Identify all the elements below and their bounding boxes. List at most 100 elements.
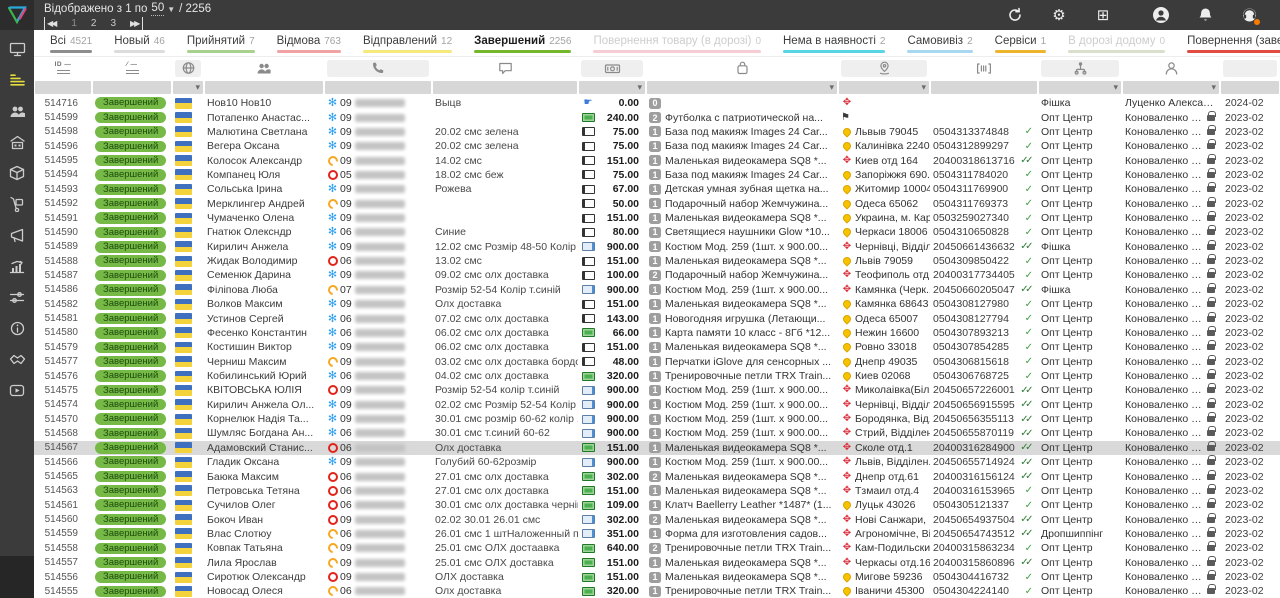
filter-comment-input[interactable] (433, 81, 577, 94)
status-tab[interactable]: Прийнятий 7 (187, 35, 255, 56)
column-header-country[interactable] (172, 58, 204, 78)
order-row[interactable]: 514586 Завершений Філіпова Люба 07 Розмі… (34, 283, 1280, 297)
add-window-icon[interactable]: ⊞ (1094, 6, 1112, 24)
order-row[interactable]: 514574 Завершений Кирилич Анжела Ол... 0… (34, 398, 1280, 412)
status-tab[interactable]: Новый 46 (114, 35, 165, 56)
sidebar-item-clients-icon[interactable] (7, 102, 27, 120)
column-header-payment[interactable] (578, 58, 646, 78)
sidebar-item-products-box-icon[interactable] (7, 164, 27, 182)
sidebar-item-shop-icon[interactable] (7, 133, 27, 151)
sidebar-item-procurement-cart-icon[interactable] (7, 195, 27, 213)
order-row[interactable]: 514568 Завершений Шумляс Богдана Ан... 0… (34, 426, 1280, 440)
column-header-client[interactable] (204, 58, 324, 78)
order-row[interactable]: 514556 Завершений Сиротюк Олександр 09 О… (34, 570, 1280, 584)
sidebar-item-dashboard-monitor-icon[interactable] (7, 40, 27, 58)
filter-date-input[interactable] (1221, 81, 1279, 94)
order-row[interactable]: 514582 Завершений Волков Максим 09 Олх д… (34, 297, 1280, 311)
status-tab[interactable]: Завершений 2256 (474, 35, 571, 56)
support-headset-icon[interactable] (1240, 6, 1258, 24)
notifications-bell-icon[interactable] (1196, 6, 1214, 24)
order-row[interactable]: 514598 Завершений Малютина Светлана 09 2… (34, 125, 1280, 139)
settings-gear-icon[interactable]: ⚙ (1050, 6, 1068, 24)
order-row[interactable]: 514565 Завершений Баюка Максим 06 27.01 … (34, 469, 1280, 483)
order-row[interactable]: 514561 Завершений Сучилов Олег 06 30.01 … (34, 498, 1280, 512)
filter-products-select[interactable] (647, 81, 837, 94)
page-size-dropdown[interactable]: 50 (151, 2, 164, 16)
status-tab[interactable]: Відправлений 12 (363, 35, 452, 56)
order-row[interactable]: 514591 Завершений Чумаченко Олена 09 151… (34, 211, 1280, 225)
order-row[interactable]: 514592 Завершений Мерклингер Андрей 09 5… (34, 197, 1280, 211)
column-header-status[interactable]: ⁄ — (92, 58, 172, 78)
column-header-tracking[interactable] (930, 58, 1038, 78)
page-3-button[interactable]: 3 (110, 17, 116, 30)
order-row[interactable]: 514590 Завершений Гнатюк Олексндр 06 Син… (34, 225, 1280, 239)
column-header-phone[interactable] (324, 58, 432, 78)
last-page-button[interactable]: ▶▶ (130, 17, 143, 30)
delivery-city-cell: Калинівка 22400 (838, 139, 930, 153)
column-header-source[interactable] (1038, 58, 1122, 78)
order-row[interactable]: 514594 Завершений Компанец Юля 05 18.02 … (34, 168, 1280, 182)
order-row[interactable]: 514599 Завершений Потапенко Анастас... 0… (34, 110, 1280, 124)
status-tab[interactable]: В дорозі додому 0 (1068, 35, 1165, 56)
filter-country-select[interactable] (173, 81, 203, 94)
page-1-button[interactable]: 1 (71, 17, 77, 30)
filter-tracking-input[interactable] (931, 81, 1037, 94)
order-row[interactable]: 514555 Завершений Новосад Олеся 06 Олх д… (34, 584, 1280, 598)
order-row[interactable]: 514566 Завершений Гладик Оксана 09 Голуб… (34, 455, 1280, 469)
order-row[interactable]: 514579 Завершений Костишин Виктор 09 06.… (34, 340, 1280, 354)
filter-phone-input[interactable] (325, 81, 431, 94)
country-cell (172, 354, 204, 368)
order-row[interactable]: 514559 Завершений Влас Слотюу 06 26.01 с… (34, 527, 1280, 541)
order-row[interactable]: 514570 Завершений Корнелюк Надія Та... 0… (34, 412, 1280, 426)
order-row[interactable]: 514563 Завершений Петровська Тетяна 06 2… (34, 484, 1280, 498)
filter-client-input[interactable] (205, 81, 323, 94)
order-row[interactable]: 514587 Завершений Семенюк Дарина 09 09.0… (34, 268, 1280, 282)
column-header-products[interactable] (646, 58, 838, 78)
column-header-id[interactable]: ID — (34, 58, 92, 78)
column-header-comment[interactable] (432, 58, 578, 78)
order-row[interactable]: 514567 Завершений Адамовский Станис... 0… (34, 441, 1280, 455)
sidebar-item-orders-list-icon[interactable] (7, 71, 27, 89)
status-tab[interactable]: Нема в наявності 2 (783, 35, 885, 56)
order-row[interactable]: 514575 Завершений КВІТОВСЬКА ЮЛІЯ 09 Роз… (34, 383, 1280, 397)
sidebar-item-info-icon[interactable] (7, 319, 27, 337)
order-row[interactable]: 514588 Завершений Жидак Володимир 06 13.… (34, 254, 1280, 268)
first-page-button[interactable]: ◀◀ (44, 17, 57, 30)
sidebar-item-statistics-chart-icon[interactable] (7, 257, 27, 275)
app-logo[interactable] (0, 0, 34, 30)
filter-manager-select[interactable] (1123, 81, 1219, 94)
sidebar-item-video-tutorials-icon[interactable] (7, 381, 27, 399)
order-row[interactable]: 514558 Завершений Ковпак Татьяна 09 25.0… (34, 541, 1280, 555)
order-row[interactable]: 514593 Завершений Сольська Ірина 09 Роже… (34, 182, 1280, 196)
sidebar-item-partners-handshake-icon[interactable] (7, 350, 27, 368)
column-header-manager[interactable] (1122, 58, 1220, 78)
filter-payment-select[interactable] (579, 81, 645, 94)
profile-icon[interactable] (1152, 6, 1170, 24)
order-row[interactable]: 514576 Завершений Кобилинський Юрий 06 0… (34, 369, 1280, 383)
order-row[interactable]: 514581 Завершений Устинов Сергей 06 07.0… (34, 311, 1280, 325)
order-row[interactable]: 514595 Завершений Колосок Александр 09 1… (34, 153, 1280, 167)
page-2-button[interactable]: 2 (91, 17, 97, 30)
status-tab[interactable]: Самовивіз 2 (907, 35, 972, 56)
column-header-date[interactable] (1220, 58, 1280, 78)
filter-id-input[interactable] (35, 81, 91, 94)
sidebar-item-marketing-megaphone-icon[interactable] (7, 226, 27, 244)
filter-source-select[interactable] (1039, 81, 1121, 94)
filter-status-input[interactable] (93, 81, 171, 94)
order-row[interactable]: 514557 Завершений Лила Ярослав 09 25.01 … (34, 556, 1280, 570)
status-tab[interactable]: Сервіси 1 (995, 35, 1047, 56)
refresh-icon[interactable] (1006, 6, 1024, 24)
order-row[interactable]: 514560 Завершений Бокоч Иван 09 02.02 30… (34, 512, 1280, 526)
order-row[interactable]: 514596 Завершений Вегера Оксана 09 20.02… (34, 139, 1280, 153)
column-header-delivery[interactable] (838, 58, 930, 78)
sidebar-item-settings-sliders-icon[interactable] (7, 288, 27, 306)
order-row[interactable]: 514716 Завершений Нов10 Нов10 09 Выцв 0.… (34, 96, 1280, 110)
status-tab[interactable]: Повернення товару (в дорозі) 0 (593, 35, 761, 56)
order-row[interactable]: 514580 Завершений Фесенко Константин 06 … (34, 326, 1280, 340)
status-tab[interactable]: Відмова 763 (277, 35, 341, 56)
order-row[interactable]: 514577 Завершений Черниш Максим 09 03.02… (34, 354, 1280, 368)
status-tab[interactable]: Повернення (завершений) 125 (1187, 35, 1280, 56)
filter-delivery-select[interactable] (839, 81, 929, 94)
order-row[interactable]: 514589 Завершений Кирилич Анжела 09 12.0… (34, 240, 1280, 254)
status-tab[interactable]: Всі 4521 (50, 35, 92, 56)
